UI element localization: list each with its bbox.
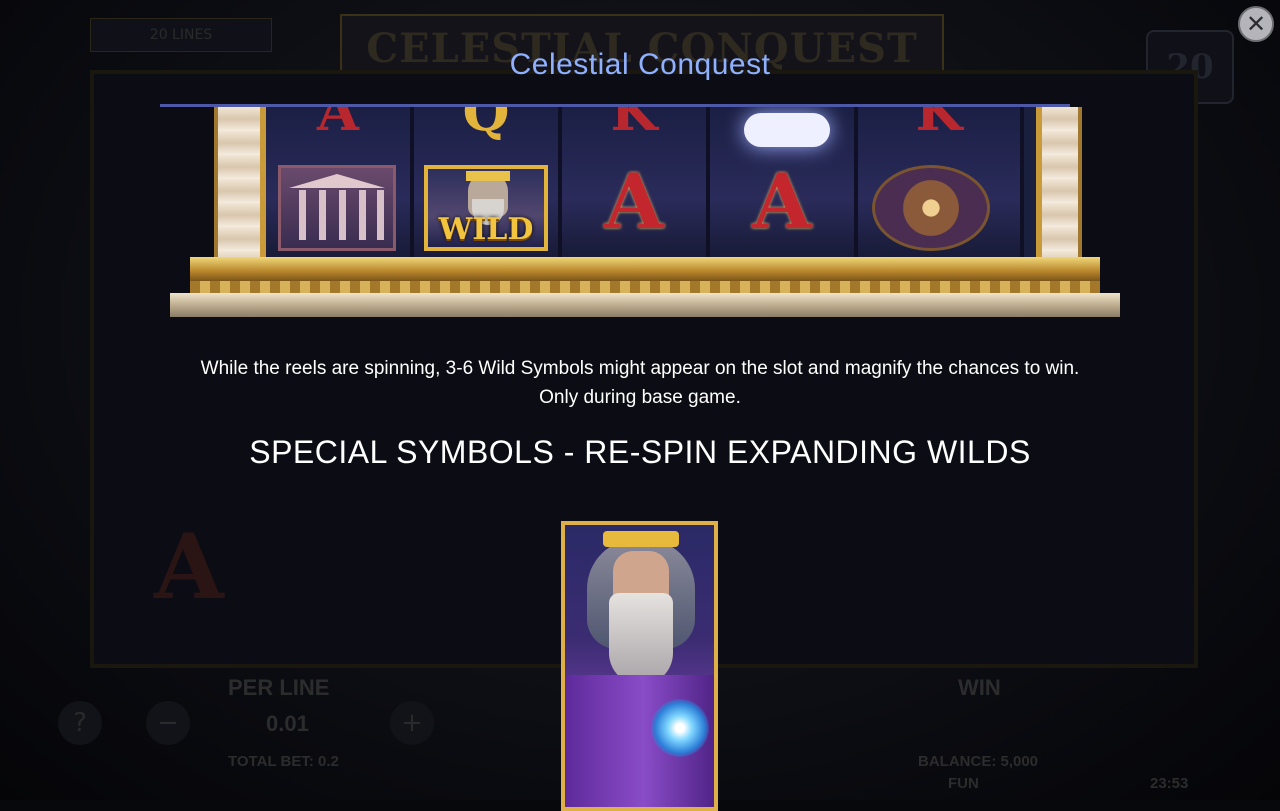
reel-symbol-top: K — [915, 107, 963, 143]
wild-label: WILD — [438, 212, 534, 247]
bg-balance: BALANCE: 5,000 — [918, 753, 1039, 770]
marble-ledge — [170, 293, 1120, 317]
reel-3: K A — [562, 107, 710, 259]
reel-symbol-top: A — [317, 107, 359, 143]
section-heading: SPECIAL SYMBOLS - RE-SPIN EXPANDING WILD… — [249, 434, 1031, 470]
plus-icon: + — [390, 701, 434, 745]
temple-symbol — [278, 165, 396, 251]
reel-window: A Q WILD K A A K — [260, 107, 1042, 259]
greek-frieze — [190, 281, 1100, 293]
bg-time: 23:53 — [1150, 775, 1189, 792]
reel-4: A — [710, 107, 858, 259]
wild-symbol: WILD — [424, 165, 548, 251]
crown-icon — [603, 531, 679, 547]
reel-2: Q WILD — [414, 107, 562, 259]
reel-5: K — [858, 107, 1024, 259]
bg-win-label: WIN — [958, 675, 1001, 700]
bg-per-line-value: 0.01 — [266, 711, 309, 736]
bg-total-bet: TOTAL BET: 0.2 — [228, 753, 339, 770]
wild-symbols-illustration: A Q WILD K A A K — [170, 107, 1120, 322]
info-title: Celestial Conquest — [509, 48, 771, 81]
close-button[interactable]: ✕ — [1238, 6, 1274, 42]
reel-1: A — [266, 107, 414, 259]
bg-symbol: A — [154, 514, 224, 620]
wild-description: While the reels are spinning, 3-6 Wild S… — [0, 354, 1280, 412]
reel-symbol-a: A — [752, 157, 812, 246]
expanding-wild-symbol — [561, 521, 718, 811]
energy-orb-icon — [651, 699, 709, 757]
reel-symbol-top: Q — [462, 107, 510, 143]
sundial-symbol — [872, 165, 990, 251]
description-line-2: Only during base game. — [539, 387, 741, 408]
bg-mode: FUN — [948, 775, 979, 792]
gold-beam — [190, 257, 1100, 281]
left-pillar — [214, 107, 264, 272]
reel-symbol-top: K — [610, 107, 658, 143]
bg-lines-box: 20 LINES — [90, 18, 272, 52]
help-icon: ? — [58, 701, 102, 745]
minus-icon: − — [146, 701, 190, 745]
close-icon: ✕ — [1245, 10, 1267, 38]
bg-per-line-label: PER LINE — [228, 675, 330, 700]
reel-symbol-a: A — [604, 157, 664, 246]
description-line-1: While the reels are spinning, 3-6 Wild S… — [200, 358, 1080, 379]
lightning-cloud-icon — [744, 113, 830, 147]
